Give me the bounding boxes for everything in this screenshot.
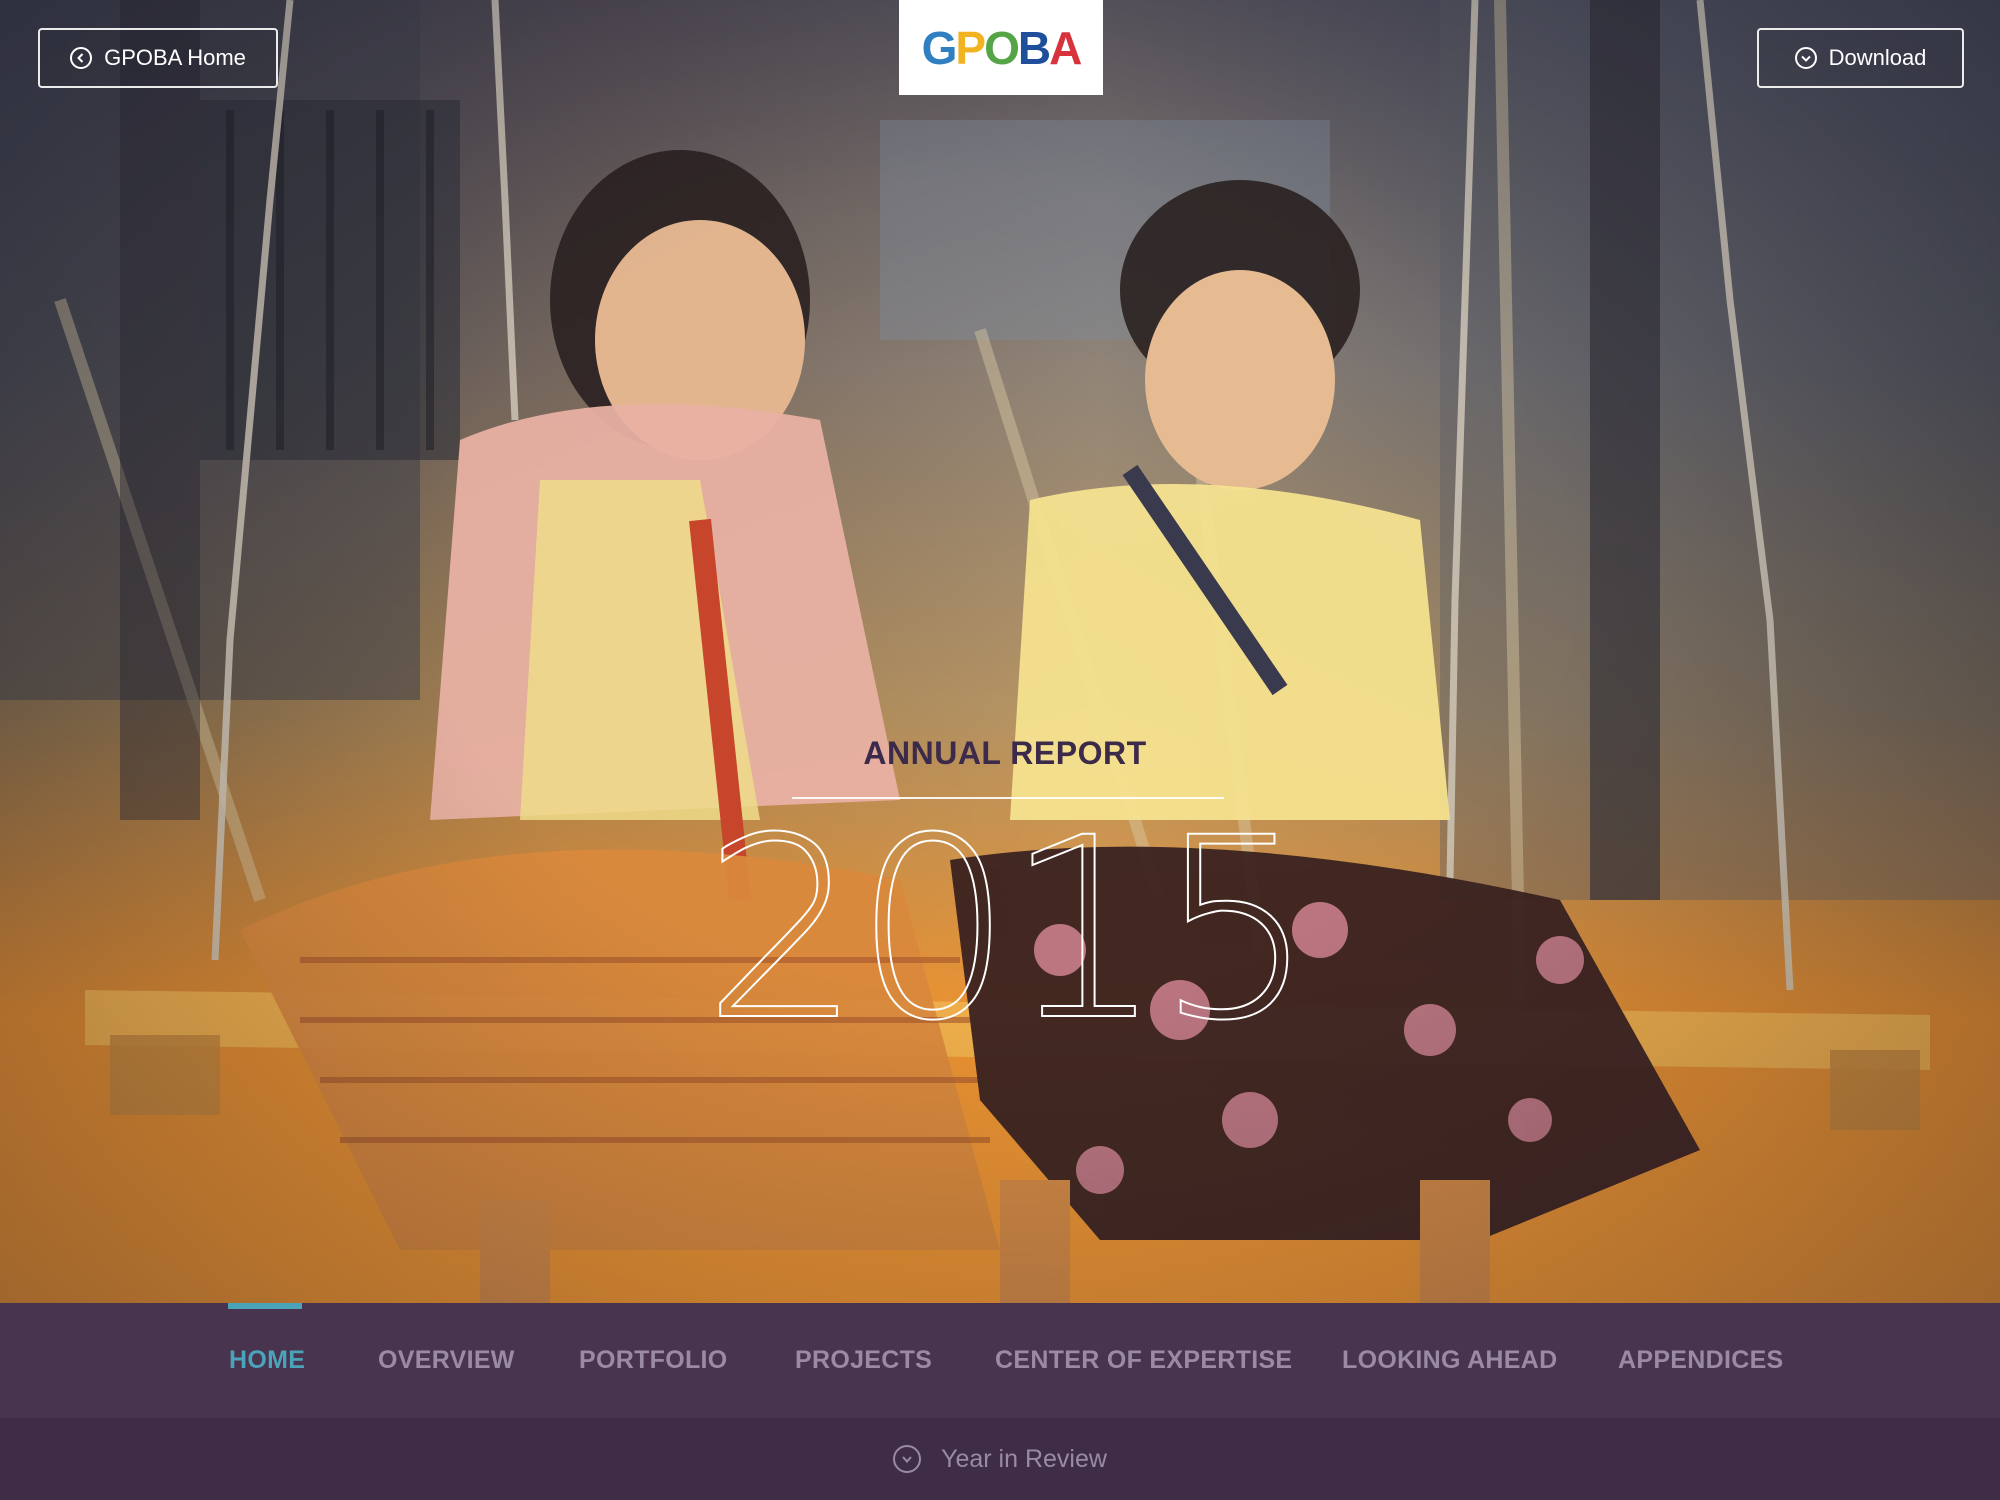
chevron-down-circle-icon <box>1794 47 1817 69</box>
chevron-down-circle-icon <box>893 1445 922 1473</box>
logo-wordmark: GPOBA <box>921 21 1083 75</box>
gpoba-logo[interactable]: GPOBA <box>899 0 1103 95</box>
download-label: Download <box>1828 45 1927 70</box>
hero-section: GPOBA Home GPOBA Download ANNUAL REPORT … <box>0 0 2000 1303</box>
next-section-link[interactable]: Year in Review <box>0 1418 2000 1500</box>
main-nav: HOME OVERVIEW PORTFOLIO PROJECTS CENTER … <box>0 1303 2000 1418</box>
report-subtitle: ANNUAL REPORT <box>863 735 1147 771</box>
nav-item-appendices[interactable]: APPENDICES <box>1618 1303 1784 1418</box>
next-section-label: Year in Review <box>941 1444 1107 1473</box>
report-year: 2015 <box>702 784 1316 1075</box>
logo-letter: B <box>1017 21 1051 74</box>
logo-letter: P <box>955 21 986 74</box>
nav-item-home[interactable]: HOME <box>229 1303 305 1418</box>
nav-item-center-of-expertise[interactable]: CENTER OF EXPERTISE <box>995 1303 1292 1418</box>
nav-item-projects[interactable]: PROJECTS <box>795 1303 932 1418</box>
logo-letter: O <box>984 21 1020 74</box>
hero-photo <box>0 0 2000 1303</box>
chevron-left-circle-icon <box>70 47 93 69</box>
nav-item-overview[interactable]: OVERVIEW <box>378 1303 515 1418</box>
logo-letter: A <box>1049 21 1082 74</box>
download-button[interactable]: Download <box>1757 28 1964 88</box>
gpoba-home-label: GPOBA Home <box>104 45 246 70</box>
nav-item-looking-ahead[interactable]: LOOKING AHEAD <box>1342 1303 1557 1418</box>
logo-letter: G <box>921 21 958 74</box>
nav-item-portfolio[interactable]: PORTFOLIO <box>579 1303 728 1418</box>
gpoba-home-button[interactable]: GPOBA Home <box>38 28 278 88</box>
